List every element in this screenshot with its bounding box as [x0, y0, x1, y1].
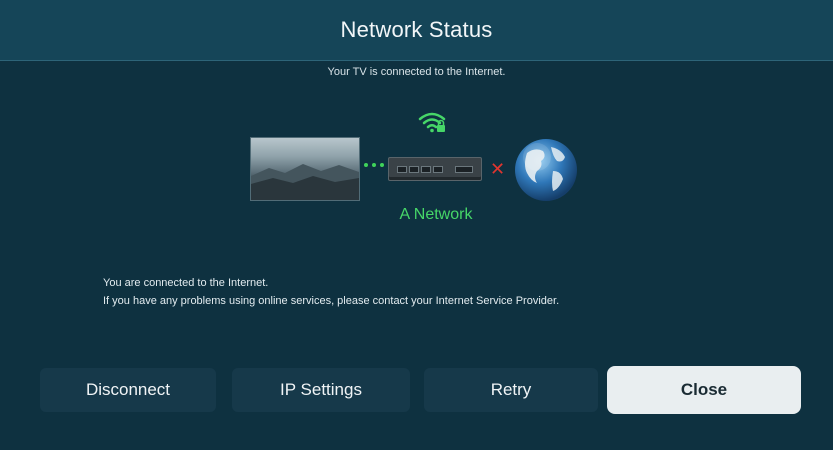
info-message: You are connected to the Internet. If yo… [103, 274, 559, 310]
page-title: Network Status [340, 17, 493, 42]
retry-button[interactable]: Retry [424, 368, 598, 412]
dialog-header: Network Status [0, 0, 833, 61]
close-button[interactable]: Close [607, 366, 801, 414]
router-icon [388, 157, 482, 181]
wifi-lock-icon [418, 112, 446, 133]
status-line: Your TV is connected to the Internet. [327, 66, 506, 78]
tv-icon [250, 137, 360, 201]
connection-failed-icon: ✕ [490, 159, 506, 179]
network-name: A Network [399, 206, 473, 223]
disconnect-button[interactable]: Disconnect [40, 368, 216, 412]
message-line-1: You are connected to the Internet. [103, 277, 269, 289]
message-line-2: If you have any problems using online se… [103, 295, 560, 307]
globe-icon [515, 139, 577, 201]
ip-settings-button[interactable]: IP Settings [232, 368, 410, 412]
tv-router-connection [364, 163, 384, 167]
